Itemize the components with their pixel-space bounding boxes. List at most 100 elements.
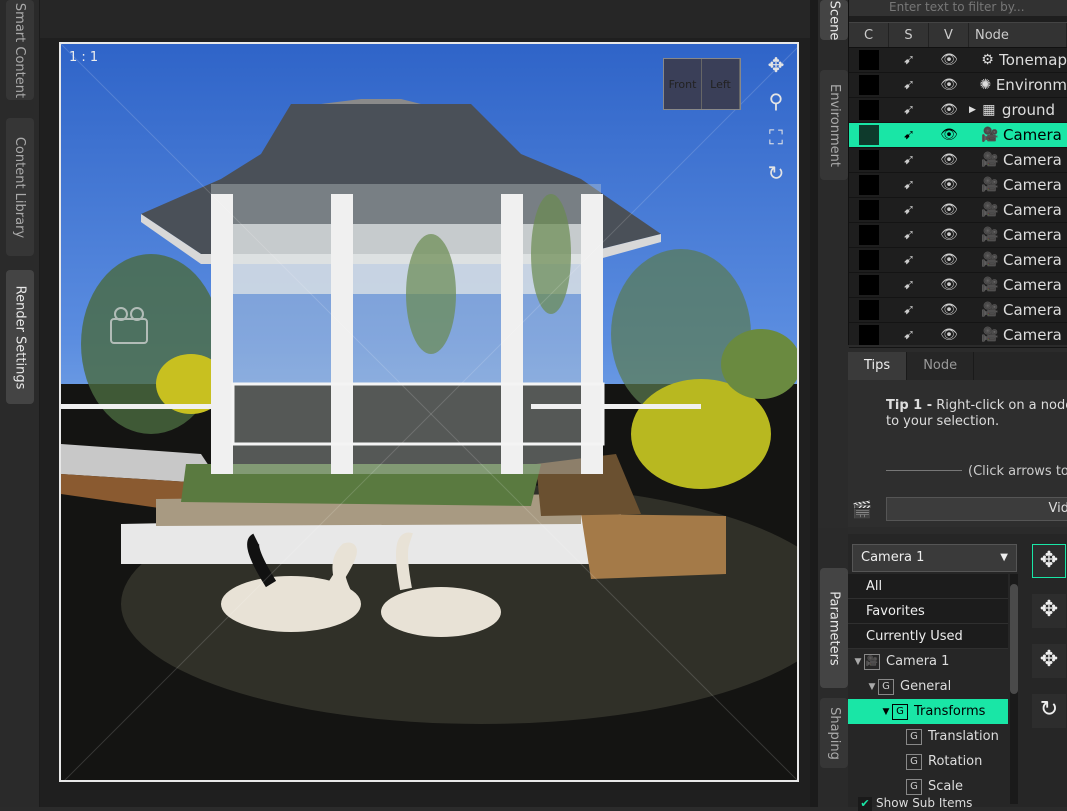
select-arrow-icon[interactable]: ➹	[889, 127, 929, 143]
color-swatch[interactable]	[849, 250, 889, 270]
scene-render	[61, 44, 797, 780]
select-arrow-icon[interactable]: ➹	[889, 252, 929, 268]
camera-select[interactable]: Camera 1 ▼	[852, 544, 1017, 572]
scene-row[interactable]: ➹ 👁 🎥 Camera	[849, 273, 1067, 298]
scene-row[interactable]: ➹ 👁 🎥 Camera	[849, 148, 1067, 173]
translate-tool-icon[interactable]: ✥	[1032, 544, 1066, 578]
frame-icon[interactable]: ⛶	[763, 124, 789, 150]
expand-arrow-icon[interactable]: ▼	[880, 707, 892, 717]
scene-row[interactable]: ➹ 👁 🎥 Camera	[849, 223, 1067, 248]
orbit-icon[interactable]: ↻	[763, 160, 789, 186]
view-cube[interactable]: Front Left	[663, 58, 741, 110]
category-currently-used[interactable]: Currently Used	[848, 624, 1008, 649]
param-tree-item[interactable]: G Rotation	[848, 749, 1008, 774]
eye-icon[interactable]: 👁	[929, 302, 969, 318]
select-arrow-icon[interactable]: ➹	[889, 177, 929, 193]
tab-environment[interactable]: Environment	[820, 70, 848, 180]
expand-arrow-icon[interactable]: ▶	[969, 105, 976, 115]
tab-parameters[interactable]: Parameters	[820, 568, 848, 688]
eye-icon[interactable]: 👁	[929, 77, 969, 93]
scene-row[interactable]: ➹ 👁 🎥 Camera	[849, 298, 1067, 323]
3d-viewport[interactable]: 1 : 1 Front Left ✥ ⚲ ⛶ ↻	[59, 42, 799, 782]
scene-row[interactable]: ➹ 👁 🎥 Camera	[849, 198, 1067, 223]
camera-icon: 🎥	[981, 177, 999, 193]
select-arrow-icon[interactable]: ➹	[889, 227, 929, 243]
scene-filter-input[interactable]: Enter text to filter by...	[849, 0, 1067, 16]
tab-shaping[interactable]: Shaping	[820, 698, 848, 768]
color-swatch[interactable]	[849, 150, 889, 170]
eye-icon[interactable]: 👁	[929, 277, 969, 293]
param-tree-item[interactable]: ▼ 🎥 Camera 1	[848, 649, 1008, 674]
eye-icon[interactable]: 👁	[929, 177, 969, 193]
tab-scene[interactable]: Scene	[820, 0, 848, 40]
scene-row[interactable]: ➹ 👁 🎥 Camera	[849, 123, 1067, 148]
col-c[interactable]: C	[849, 23, 889, 47]
node-name: Camera	[1003, 251, 1062, 269]
expand-arrow-icon[interactable]: ▼	[852, 657, 864, 667]
select-arrow-icon[interactable]: ➹	[889, 102, 929, 118]
translate-tool-icon-2[interactable]: ✥	[1032, 594, 1066, 628]
tip-hint: (Click arrows to	[968, 464, 1067, 479]
tab-node[interactable]: Node	[907, 352, 975, 380]
panel-divider[interactable]	[810, 0, 818, 807]
rotate-tool-icon[interactable]: ↻	[1032, 694, 1066, 728]
eye-icon[interactable]: 👁	[929, 252, 969, 268]
eye-icon[interactable]: 👁	[929, 152, 969, 168]
scene-row[interactable]: ➹ 👁 🎥 Camera	[849, 173, 1067, 198]
color-swatch[interactable]	[849, 275, 889, 295]
tonemap-icon: ⚙	[981, 52, 994, 68]
color-swatch[interactable]	[849, 225, 889, 245]
scene-row[interactable]: ➹ 👁 🎥 Camera	[849, 323, 1067, 348]
scene-row[interactable]: ➹ 👁 🎥 Camera	[849, 248, 1067, 273]
color-swatch[interactable]	[849, 300, 889, 320]
param-tree-item[interactable]: ▼ G Transforms	[848, 699, 1008, 724]
color-swatch[interactable]	[849, 75, 889, 95]
scene-row[interactable]: ➹ 👁 ✺ Environm	[849, 73, 1067, 98]
node-name: Environm	[995, 76, 1067, 94]
eye-icon[interactable]: 👁	[929, 227, 969, 243]
color-swatch[interactable]	[849, 125, 889, 145]
select-arrow-icon[interactable]: ➹	[889, 77, 929, 93]
select-arrow-icon[interactable]: ➹	[889, 52, 929, 68]
col-node[interactable]: Node	[969, 23, 1067, 47]
param-scrollbar[interactable]	[1010, 574, 1018, 804]
color-swatch[interactable]	[849, 325, 889, 345]
category-favorites[interactable]: Favorites	[848, 599, 1008, 624]
select-arrow-icon[interactable]: ➹	[889, 152, 929, 168]
eye-icon[interactable]: 👁	[929, 127, 969, 143]
select-arrow-icon[interactable]: ➹	[889, 327, 929, 343]
translate-tool-icon-3[interactable]: ✥	[1032, 644, 1066, 678]
select-arrow-icon[interactable]: ➹	[889, 277, 929, 293]
cube-face-front[interactable]: Front	[664, 59, 702, 109]
eye-icon[interactable]: 👁	[929, 52, 969, 68]
color-swatch[interactable]	[849, 200, 889, 220]
col-v[interactable]: V	[929, 23, 969, 47]
tab-tips[interactable]: Tips	[848, 352, 908, 380]
select-arrow-icon[interactable]: ➹	[889, 202, 929, 218]
scroll-thumb[interactable]	[1010, 584, 1018, 694]
scene-row[interactable]: ➹ 👁 ⚙ Tonemap	[849, 48, 1067, 73]
scene-row[interactable]: ➹ 👁 ▶ ▦ ground	[849, 98, 1067, 123]
param-tree-item[interactable]: ▼ G General	[848, 674, 1008, 699]
tab-smart-content[interactable]: Smart Content	[6, 0, 34, 100]
check-icon: ✔	[858, 797, 872, 811]
zoom-icon[interactable]: ⚲	[763, 88, 789, 114]
eye-icon[interactable]: 👁	[929, 102, 969, 118]
video-button[interactable]: Vid	[886, 497, 1067, 521]
color-swatch[interactable]	[849, 175, 889, 195]
tab-render-settings[interactable]: Render Settings	[6, 270, 34, 404]
eye-icon[interactable]: 👁	[929, 202, 969, 218]
eye-icon[interactable]: 👁	[929, 327, 969, 343]
cube-face-left[interactable]: Left	[702, 59, 740, 109]
node-name: Camera	[1003, 201, 1062, 219]
color-swatch[interactable]	[849, 100, 889, 120]
category-all[interactable]: All	[848, 574, 1008, 599]
move-icon[interactable]: ✥	[763, 52, 789, 78]
param-tree-item[interactable]: G Translation	[848, 724, 1008, 749]
col-s[interactable]: S	[889, 23, 929, 47]
select-arrow-icon[interactable]: ➹	[889, 302, 929, 318]
show-sub-items-checkbox[interactable]: ✔ Show Sub Items	[858, 796, 972, 811]
expand-arrow-icon[interactable]: ▼	[866, 682, 878, 692]
color-swatch[interactable]	[849, 50, 889, 70]
tab-content-library[interactable]: Content Library	[6, 118, 34, 256]
